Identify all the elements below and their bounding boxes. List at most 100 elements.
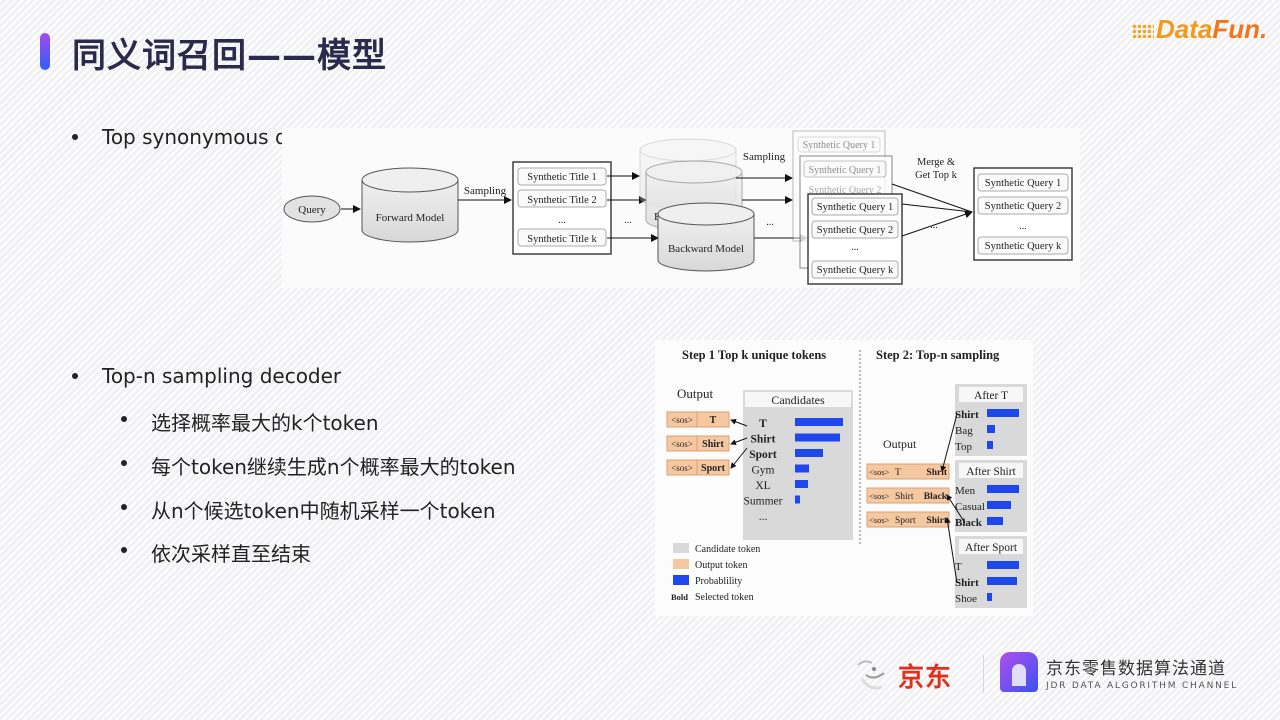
title-item: Synthetic Title 1 [527,172,596,183]
prev-token-label: Shirt [895,492,914,502]
candidate-token: T [759,418,767,430]
probability-bar [987,577,1017,585]
step2-title: Step 2: Top-n sampling [876,348,1000,362]
sampling-label: Sampling [743,151,786,163]
probability-bar [795,495,800,504]
channel-logo-icon [1000,652,1038,692]
title-item: Synthetic Title 2 [527,195,596,206]
probability-bar [987,561,1019,569]
query-ellipsis: ... [851,242,859,253]
query-item-faded: Synthetic Query 1 [809,165,882,176]
bullet-text: 每个token继续生成n个概率最大的token [151,455,516,479]
jd-logo: 京东 [852,655,952,695]
logo-text-data: Data [1156,14,1213,44]
query-label: Query [298,204,326,216]
probability-bar [795,433,840,442]
output-query-item: Synthetic Query 1 [985,178,1061,189]
sos-token-label: <sos> [671,439,693,449]
candidates-label: Candidates [771,393,825,407]
step1-title: Step 1 Top k unique tokens [682,348,826,362]
group-title: After Sport [965,542,1018,554]
footer-divider [983,655,984,693]
bullet-dot [121,504,127,510]
probability-bar [987,485,1019,493]
candidate-token: ... [759,511,768,523]
sos-token-label: <sos> [671,463,693,473]
forward-model-node [361,167,459,243]
query-item: Synthetic Query 2 [817,225,893,236]
group-token: Shirt [955,577,979,589]
candidate-token: Gym [752,465,775,477]
candidate-token: XL [755,480,770,492]
sos-token-label: <sos> [869,467,890,477]
backward-model-node [657,202,755,272]
merge-label: Merge & [917,157,955,168]
output-label: Output [883,437,917,451]
bullet-text: Top-n sampling decoder [102,364,342,388]
sampled-token-label: Shrit [926,468,947,478]
ellipsis: ... [624,215,632,226]
output-query-ellipsis: ... [1019,221,1027,232]
probability-bar [987,425,995,433]
bullet-dot [121,460,127,466]
legend-swatch [673,575,689,585]
group-token: Black [955,517,983,529]
bullet-dot [121,416,127,422]
bullet-topn-decoder: Top-n sampling decoder [72,364,342,388]
bullet-dot [72,134,78,140]
probability-bar [987,441,993,449]
jd-mascot-icon [852,657,892,693]
group-token: Men [955,485,976,497]
channel-name-cn: 京东零售数据算法通道 [1046,658,1226,679]
group-token: Bag [955,425,973,437]
legend-label: Probablility [695,576,742,587]
group-token: T [955,561,962,573]
output-token-label: Sport [701,463,726,474]
channel-name-en: JDR DATA ALGORITHM CHANNEL [1046,680,1238,691]
sos-token-label: <sos> [671,415,693,425]
sub-bullet: 从n个候选token中随机采样一个token [121,495,496,524]
ellipsis: ... [766,217,774,228]
bullet-dot [121,547,127,553]
query-item: Synthetic Query 1 [817,202,893,213]
page-title: 同义词召回——模型 [72,36,387,76]
output-token-label: T [710,415,717,426]
probability-bar [987,501,1011,509]
group-token: Shirt [955,409,979,421]
candidate-token: Sport [749,449,777,461]
output-token-label: Shirt [702,439,724,450]
query-item-faded: Synthetic Query 1 [803,140,876,151]
sub-bullet: 依次采样直至结束 [121,538,311,567]
probability-bar [987,409,1019,417]
datafun-dots-icon [1132,24,1154,39]
sos-token-label: <sos> [869,491,890,501]
jd-text: 京东 [898,662,953,693]
legend-bold-swatch: Bold [671,592,688,602]
sos-token-label: <sos> [869,515,890,525]
inference-pipeline-diagram: Query Forward Model Sampling Synthetic T… [282,128,1080,288]
datafun-logo: DataFun. [1132,14,1267,45]
query-item: Synthetic Query k [817,265,894,276]
output-query-item: Synthetic Query 2 [985,201,1061,212]
topn-sampling-diagram: Step 1 Top k unique tokens Step 2: Top-n… [655,340,1033,616]
bullet-text: 选择概率最大的k个token [151,411,379,435]
channel-logo: 京东零售数据算法通道 JDR DATA ALGORITHM CHANNEL [1000,652,1238,692]
probability-bar [795,464,809,473]
forward-model-label: Forward Model [376,212,445,224]
group-title: After Shirt [966,466,1016,478]
sub-bullet: 每个token继续生成n个概率最大的token [121,451,516,480]
logo-text-fun: Fun. [1212,14,1268,44]
output-label: Output [677,386,714,401]
title-item: Synthetic Title k [527,234,597,245]
merge-label: Get Top k [915,170,957,181]
probability-bar [795,480,808,488]
legend-label: Selected token [695,592,754,603]
candidate-token: Summer [744,496,783,508]
group-token: Shoe [955,593,977,605]
group-token: Casual [955,501,985,513]
output-query-item: Synthetic Query k [985,241,1062,252]
group-token: Top [955,441,972,453]
prev-token-label: T [895,468,901,478]
candidate-token: Shirt [751,434,776,446]
legend-swatch [673,543,689,553]
